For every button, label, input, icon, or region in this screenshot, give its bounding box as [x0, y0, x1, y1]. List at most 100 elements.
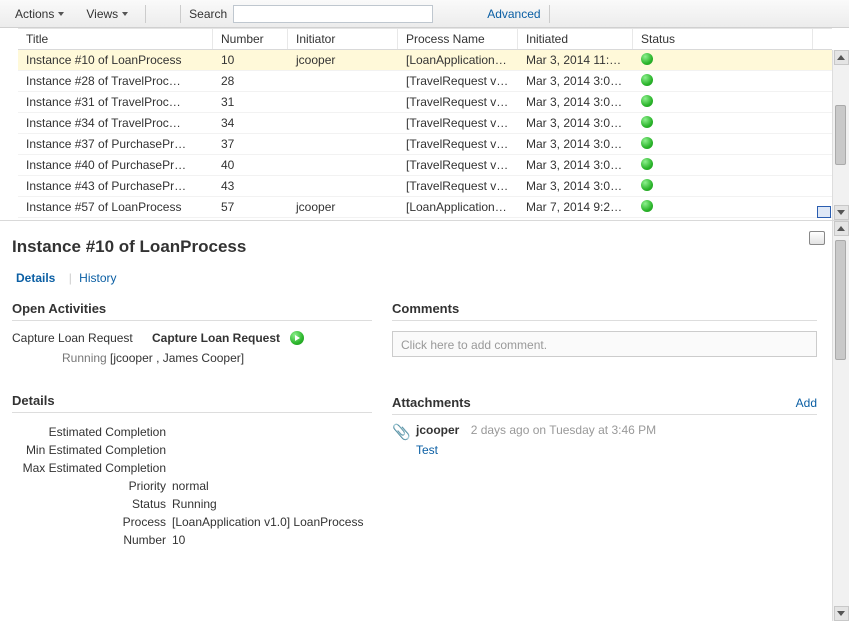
open-activity-row[interactable]: Capture Loan Request Capture Loan Reques…: [12, 331, 372, 345]
grid-header-row: Title Number Initiator Process Name Init…: [18, 28, 832, 50]
attachment-row[interactable]: 📎 jcooper 2 days ago on Tuesday at 3:46 …: [392, 423, 817, 441]
cell-title: Instance #40 of PurchasePr…: [18, 156, 213, 174]
kv-max-est: Max Estimated Completion: [12, 459, 372, 477]
table-row[interactable]: Instance #43 of PurchasePr…43[TravelRequ…: [18, 176, 832, 197]
advanced-search-link[interactable]: Advanced: [487, 7, 540, 21]
cell-status: [633, 93, 813, 112]
attachments-header: Attachments: [392, 395, 471, 410]
kv-min-est: Min Estimated Completion: [12, 441, 372, 459]
scroll-down-button[interactable]: [834, 606, 849, 621]
triangle-up-icon: [837, 55, 845, 60]
caret-down-icon: [58, 12, 64, 16]
col-number[interactable]: Number: [213, 29, 288, 49]
grid-body: Instance #10 of LoanProcess10jcooper[Loa…: [18, 50, 832, 220]
status-green-icon: [641, 179, 653, 191]
table-row[interactable]: Instance #34 of TravelProc…34[TravelRequ…: [18, 113, 832, 134]
activity-assigned: [jcooper , James Cooper]: [110, 351, 244, 365]
grid-vertical-scrollbar[interactable]: [832, 50, 849, 220]
comment-input[interactable]: Click here to add comment.: [392, 331, 817, 357]
table-row[interactable]: Instance #10 of LoanProcess10jcooper[Loa…: [18, 50, 832, 71]
cell-number: 40: [213, 156, 288, 174]
search-label: Search: [189, 7, 227, 21]
cell-initiated: Mar 3, 2014 11:0…: [518, 51, 633, 69]
activity-run-icon[interactable]: [290, 331, 304, 345]
cell-initiator: [288, 100, 398, 104]
activity-display: Capture Loan Request: [152, 331, 280, 345]
details-section-header: Details: [12, 393, 372, 413]
attachment-title[interactable]: Test: [416, 443, 817, 457]
paperclip-icon: 📎: [392, 423, 408, 441]
kv-number: Number10: [12, 531, 372, 549]
cell-initiator: [288, 142, 398, 146]
cell-number: 28: [213, 72, 288, 90]
cell-status: [633, 135, 813, 154]
col-process-name[interactable]: Process Name: [398, 29, 518, 49]
actions-menu[interactable]: Actions: [6, 3, 73, 25]
run-search-button[interactable]: [463, 5, 481, 23]
cell-status: [633, 177, 813, 196]
triangle-down-icon: [837, 611, 845, 616]
cell-process: [TravelRequest v…: [398, 114, 518, 132]
cell-process: [LoanApplication …: [398, 51, 518, 69]
detail-pane: Instance #10 of LoanProcess Details | Hi…: [0, 221, 849, 621]
views-label: Views: [86, 7, 118, 21]
views-menu[interactable]: Views: [77, 3, 137, 25]
cell-status: [633, 156, 813, 175]
tab-history[interactable]: History: [75, 269, 120, 287]
refresh-button[interactable]: [154, 5, 172, 23]
table-row[interactable]: Instance #31 of TravelProc…31[TravelRequ…: [18, 92, 832, 113]
cell-title: Instance #10 of LoanProcess: [18, 51, 213, 69]
detail-vertical-scrollbar[interactable]: [832, 221, 849, 621]
cell-title: Instance #43 of PurchasePr…: [18, 177, 213, 195]
open-activities-header: Open Activities: [12, 301, 372, 321]
scroll-down-button[interactable]: [834, 205, 849, 220]
search-input[interactable]: [233, 5, 433, 23]
kv-status: StatusRunning: [12, 495, 372, 513]
add-attachment-link[interactable]: Add: [796, 396, 817, 410]
triangle-down-icon: [837, 210, 845, 215]
cell-initiator: [288, 163, 398, 167]
table-row[interactable]: Instance #28 of TravelProc…28[TravelRequ…: [18, 71, 832, 92]
col-status[interactable]: Status: [633, 29, 813, 49]
col-title[interactable]: Title: [18, 29, 213, 49]
comments-header: Comments: [392, 301, 817, 321]
cell-initiator: [288, 79, 398, 83]
cell-process: [TravelRequest v…: [398, 177, 518, 195]
scroll-up-button[interactable]: [834, 221, 849, 236]
table-row[interactable]: Instance #40 of PurchasePr…40 [TravelRequ…: [18, 155, 832, 176]
cell-process: [TravelRequest v…: [398, 135, 518, 153]
separator: [549, 5, 550, 23]
status-green-icon: [641, 53, 653, 65]
status-green-icon: [641, 158, 653, 170]
detach-pane-button[interactable]: [809, 231, 825, 245]
table-row[interactable]: Instance #57 of LoanProcess57jcooper[Loa…: [18, 197, 832, 218]
cell-initiator: [288, 184, 398, 188]
clear-search-button[interactable]: [439, 5, 457, 23]
status-green-icon: [641, 95, 653, 107]
restore-pane-button[interactable]: [817, 206, 831, 218]
scroll-thumb[interactable]: [835, 240, 846, 360]
status-green-icon: [641, 200, 653, 212]
cell-status: [633, 72, 813, 91]
cell-process: [TravelRequest v…: [398, 156, 518, 174]
cell-initiator: jcooper: [288, 198, 398, 216]
col-initiator[interactable]: Initiator: [288, 29, 398, 49]
scroll-thumb[interactable]: [835, 105, 846, 165]
col-initiated[interactable]: Initiated: [518, 29, 633, 49]
triangle-up-icon: [837, 226, 845, 231]
cell-title: Instance #28 of TravelProc…: [18, 72, 213, 90]
cell-status: [633, 114, 813, 133]
activity-name: Capture Loan Request: [12, 331, 142, 345]
cell-title: Instance #37 of PurchasePr…: [18, 135, 213, 153]
detail-tabs: Details | History: [12, 269, 837, 287]
table-row[interactable]: Instance #37 of PurchasePr…37[TravelRequ…: [18, 134, 832, 155]
cell-title: Instance #31 of TravelProc…: [18, 93, 213, 111]
scroll-track[interactable]: [833, 236, 849, 606]
tab-details[interactable]: Details: [12, 269, 59, 287]
scroll-track[interactable]: [833, 65, 849, 205]
caret-down-icon: [122, 12, 128, 16]
process-instance-grid: Title Number Initiator Process Name Init…: [0, 28, 849, 221]
cell-status: [633, 198, 813, 217]
toolbox-button[interactable]: [558, 5, 576, 23]
scroll-up-button[interactable]: [834, 50, 849, 65]
